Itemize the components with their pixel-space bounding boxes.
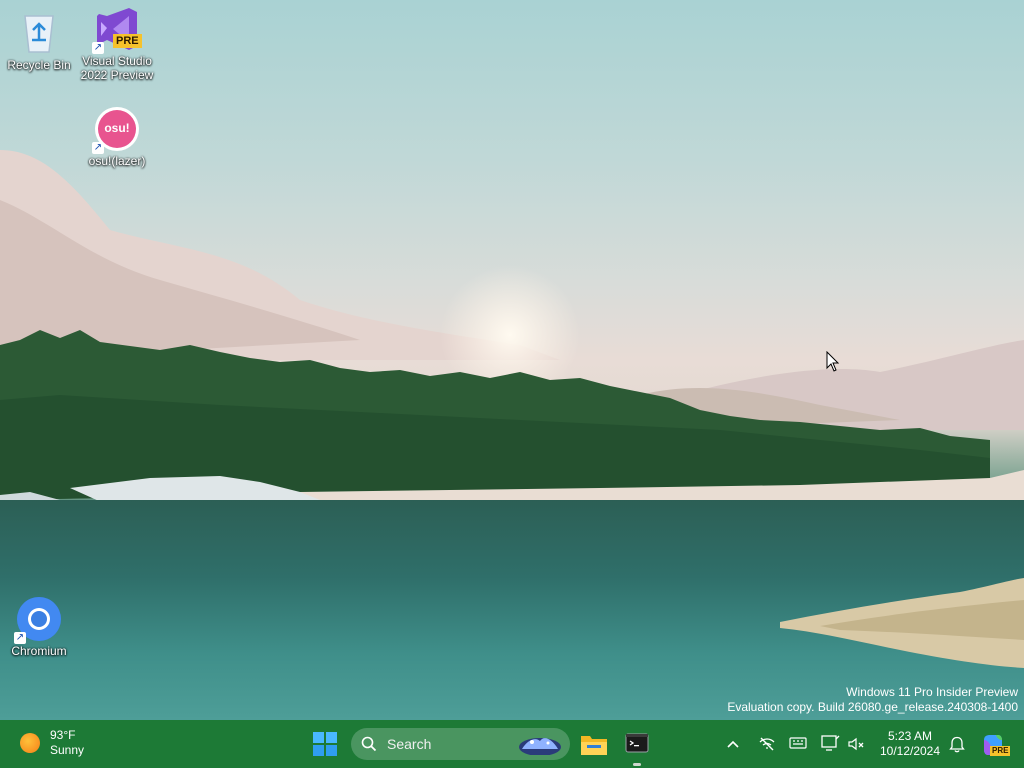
weather-temperature: 93°F xyxy=(50,728,76,742)
search-highlight-icon xyxy=(519,738,561,755)
clock-date: 10/12/2024 xyxy=(879,744,941,758)
recycle-bin-shortcut[interactable]: Recycle Bin xyxy=(0,10,78,72)
visual-studio-icon: PRE ↗ xyxy=(92,6,142,54)
active-indicator xyxy=(633,763,641,766)
shortcut-arrow-icon: ↗ xyxy=(92,42,104,54)
copilot-button[interactable]: PRE xyxy=(980,732,1011,758)
recycle-bin-label: Recycle Bin xyxy=(7,58,71,72)
chromium-shortcut[interactable]: ↗ Chromium xyxy=(0,596,78,658)
windows-logo-icon xyxy=(313,732,337,756)
chevron-up-icon[interactable] xyxy=(726,737,740,751)
terminal-button[interactable] xyxy=(621,728,653,766)
shortcut-arrow-icon: ↗ xyxy=(92,142,104,154)
sun-icon xyxy=(20,733,40,753)
copilot-pre-badge: PRE xyxy=(990,746,1011,756)
weather-condition: Sunny xyxy=(50,743,85,757)
system-clock[interactable]: 5:23 AM 10/12/2024 xyxy=(870,729,950,759)
weather-widget[interactable]: 93°F Sunny xyxy=(20,728,84,758)
osu-label: osu!(lazer) xyxy=(88,154,146,168)
clock-time: 5:23 AM xyxy=(887,729,933,743)
visual-studio-label: Visual Studio 2022 Preview xyxy=(80,54,154,82)
network-off-icon[interactable] xyxy=(758,735,776,753)
preview-badge: PRE xyxy=(113,34,142,48)
shortcut-arrow-icon: ↗ xyxy=(14,632,26,644)
display-icon[interactable] xyxy=(820,734,840,752)
mouse-cursor-icon xyxy=(826,351,840,372)
watermark-edition: Windows 11 Pro Insider Preview xyxy=(846,685,1018,699)
visual-studio-shortcut[interactable]: PRE ↗ Visual Studio 2022 Preview xyxy=(78,6,156,82)
folder-icon xyxy=(581,736,607,755)
keyboard-icon[interactable] xyxy=(789,736,807,750)
chromium-label: Chromium xyxy=(11,644,67,658)
desktop[interactable]: Recycle Bin PRE ↗ Visual Studio 2022 Pre… xyxy=(0,0,1024,720)
volume-muted-icon[interactable] xyxy=(847,735,865,753)
search-placeholder: Search xyxy=(387,736,432,752)
file-explorer-button[interactable] xyxy=(578,728,610,760)
osu-shortcut[interactable]: osu! ↗ osu!(lazer) xyxy=(78,106,156,168)
terminal-icon xyxy=(625,733,649,753)
osu-icon: osu! ↗ xyxy=(92,106,141,154)
watermark-build: Evaluation copy. Build 26080.ge_release.… xyxy=(727,700,1018,714)
bell-icon[interactable] xyxy=(949,735,965,753)
taskbar: 93°F Sunny Search 5:23 AM 10/12/2024 PRE xyxy=(0,720,1024,768)
recycle-bin-icon xyxy=(15,10,63,56)
chromium-icon: ↗ xyxy=(14,596,63,644)
taskbar-search-box[interactable]: Search xyxy=(351,728,570,760)
osu-logo-text: osu! xyxy=(104,121,130,135)
start-button[interactable] xyxy=(313,732,337,756)
windows-watermark: Windows 11 Pro Insider Preview Evaluatio… xyxy=(727,685,1018,715)
search-icon xyxy=(361,736,377,752)
